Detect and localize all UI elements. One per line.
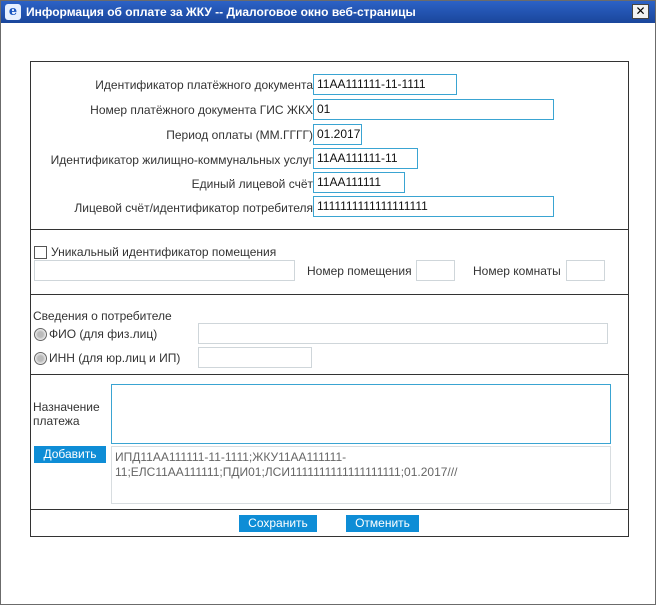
inn-input[interactable] — [198, 347, 312, 368]
room-number-input[interactable] — [416, 260, 455, 281]
cancel-button[interactable]: Отменить — [346, 515, 419, 532]
field-label-period: Период оплаты (ММ.ГГГГ) — [166, 128, 313, 142]
field-label-single-account: Единый лицевой счёт — [191, 177, 313, 191]
doc-id-input[interactable]: 11АА111111-11-1111 — [313, 74, 457, 95]
ie-icon: e — [5, 4, 21, 20]
single-account-input[interactable]: 11АА111111 — [313, 172, 405, 193]
personal-account-input[interactable]: 1111111111111111111 — [313, 196, 554, 217]
field-label-personal-account: Лицевой счёт/идентификатор потребителя — [74, 201, 313, 215]
dialog-window: e Информация об оплате за ЖКУ -- Диалого… — [0, 0, 656, 605]
field-label-gis-number: Номер платёжного документа ГИС ЖКХ — [90, 103, 313, 117]
unique-premises-checkbox[interactable] — [34, 246, 47, 259]
purpose-label: Назначение платежа — [33, 400, 100, 428]
divider — [31, 294, 628, 295]
purpose-label-line1: Назначение — [33, 400, 100, 414]
divider — [31, 509, 628, 510]
gis-number-input[interactable]: 01 — [313, 99, 554, 120]
unique-premises-input[interactable] — [34, 260, 295, 281]
fio-label: ФИО (для физ.лиц) — [49, 327, 158, 341]
service-id-input[interactable]: 11АА111111-11 — [313, 148, 418, 169]
field-label-doc-id: Идентификатор платёжного документа — [95, 78, 313, 92]
add-button[interactable]: Добавить — [34, 446, 106, 463]
divider — [31, 229, 628, 230]
window-title: Информация об оплате за ЖКУ -- Диалогово… — [26, 5, 416, 19]
room-number-label: Номер помещения — [307, 264, 412, 278]
payment-result-text: ИПД11АА111111-11-1111;ЖКУ11АА111111-11;Е… — [111, 446, 611, 504]
inn-label: ИНН (для юр.лиц и ИП) — [49, 351, 181, 365]
form-frame: Идентификатор платёжного документа 11АА1… — [30, 61, 629, 537]
room-input[interactable] — [566, 260, 605, 281]
title-bar: e Информация об оплате за ЖКУ -- Диалого… — [1, 1, 655, 23]
fio-radio[interactable] — [34, 328, 47, 341]
consumer-section-title: Сведения о потребителе — [33, 309, 172, 323]
inn-radio[interactable] — [34, 352, 47, 365]
divider — [31, 374, 628, 375]
purpose-label-line2: платежа — [33, 414, 80, 428]
save-button[interactable]: Сохранить — [239, 515, 317, 532]
room-label: Номер комнаты — [473, 264, 561, 278]
fio-input[interactable] — [198, 323, 608, 344]
period-input[interactable]: 01.2017 — [313, 124, 362, 145]
unique-premises-label: Уникальный идентификатор помещения — [51, 245, 277, 259]
purpose-textarea[interactable] — [111, 384, 611, 444]
close-icon[interactable]: ✕ — [632, 4, 649, 19]
field-label-service-id: Идентификатор жилищно-коммунальных услуг — [50, 153, 313, 167]
